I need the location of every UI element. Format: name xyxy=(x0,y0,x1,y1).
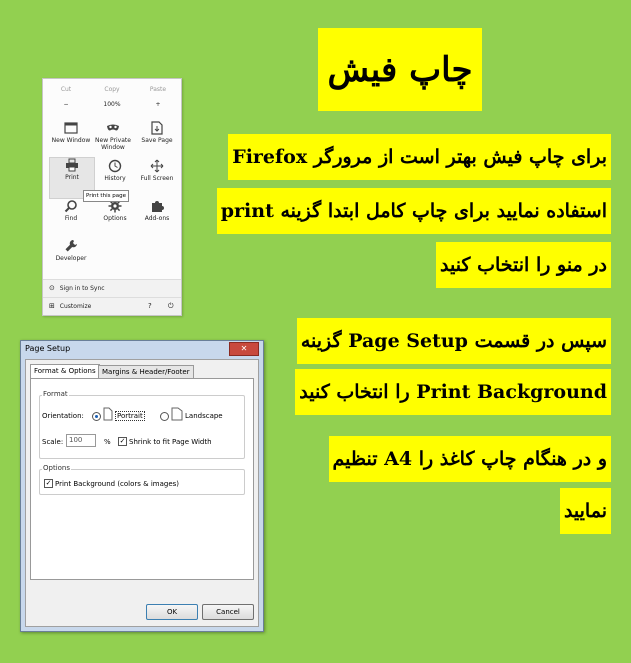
print-background-checkbox[interactable]: ✓ xyxy=(44,479,53,488)
instruction-line-2: استفاده نمایید برای چاپ کامل ابتدا گزینه… xyxy=(216,188,611,234)
zoom-level[interactable]: 100% xyxy=(89,101,135,108)
addons-label: Add-ons xyxy=(144,215,170,222)
edit-row: Cut Copy Paste xyxy=(43,83,181,96)
developer-label: Developer xyxy=(55,255,87,262)
window-icon xyxy=(64,122,78,134)
save-page-button[interactable]: Save Page xyxy=(135,121,179,161)
dialog-body: Format & Options Margins & Header/Footer… xyxy=(25,359,259,627)
format-group: Format Orientation: Portrait Landscape S… xyxy=(39,390,245,459)
history-label: History xyxy=(104,175,126,182)
landscape-label: Landscape xyxy=(185,412,223,420)
page-title: چاپ فیش xyxy=(318,28,482,111)
cut-button[interactable]: Cut xyxy=(43,86,89,93)
portrait-label: Portrait xyxy=(115,411,145,421)
options-group-label: Options xyxy=(42,464,72,472)
dialog-title: Page Setup xyxy=(25,344,71,353)
page-setup-dialog: Page Setup ✕ Format & Options Margins & … xyxy=(20,340,264,632)
options-label: Options xyxy=(103,215,127,222)
copy-button[interactable]: Copy xyxy=(89,86,135,93)
cancel-button[interactable]: Cancel xyxy=(202,604,254,620)
sign-in-sync-button[interactable]: ⊙ Sign in to Sync xyxy=(43,279,181,297)
full-screen-icon xyxy=(150,159,164,173)
shrink-label: Shrink to fit Page Width xyxy=(129,438,212,446)
format-group-label: Format xyxy=(42,390,69,398)
instruction-line-5: Print Background را انتخاب کنید xyxy=(295,369,611,415)
new-window-label: New Window xyxy=(51,137,91,144)
instruction-line-7: نمایید xyxy=(559,488,611,534)
landscape-page-icon xyxy=(171,407,183,421)
zoom-row: − 100% + xyxy=(43,98,181,111)
orientation-label: Orientation: xyxy=(42,412,84,420)
instruction-line-6: و در هنگام چاپ کاغذ را A4 تنظیم xyxy=(328,436,611,482)
options-button[interactable]: Options xyxy=(93,199,137,239)
scale-input[interactable]: 100 xyxy=(66,434,96,447)
addons-button[interactable]: Add-ons xyxy=(135,199,179,239)
customize-button[interactable]: ⊞ Customize ? ⏻ xyxy=(43,297,181,315)
puzzle-icon xyxy=(152,201,164,212)
tab-panel: Format Orientation: Portrait Landscape S… xyxy=(30,378,254,580)
customize-icon: ⊞ xyxy=(49,302,55,310)
printer-icon xyxy=(66,158,78,172)
firefox-menu-panel: Cut Copy Paste − 100% + New Window New P… xyxy=(42,78,182,316)
customize-label: Customize xyxy=(59,303,92,310)
new-private-window-button[interactable]: New Private Window xyxy=(91,121,135,161)
new-private-window-label: New Private Window xyxy=(95,137,131,151)
wrench-icon xyxy=(65,240,77,252)
find-button[interactable]: Find xyxy=(49,199,93,239)
landscape-radio[interactable] xyxy=(160,412,169,421)
new-window-button[interactable]: New Window xyxy=(49,121,93,161)
print-label: Print xyxy=(65,174,79,181)
save-page-label: Save Page xyxy=(141,137,173,144)
paste-button[interactable]: Paste xyxy=(135,86,181,93)
full-screen-button[interactable]: Full Screen xyxy=(135,159,179,199)
sign-in-label: Sign in to Sync xyxy=(59,285,105,292)
full-screen-label: Full Screen xyxy=(140,175,174,182)
zoom-out-button[interactable]: − xyxy=(43,101,89,108)
find-label: Find xyxy=(64,215,78,222)
portrait-page-icon xyxy=(103,407,113,421)
mask-icon xyxy=(107,124,119,131)
developer-button[interactable]: Developer xyxy=(49,239,93,279)
close-button[interactable]: ✕ xyxy=(229,342,259,356)
clock-icon xyxy=(108,159,122,173)
print-background-label: Print Background (colors & images) xyxy=(55,480,180,488)
shrink-checkbox[interactable]: ✓ xyxy=(118,437,127,446)
percent-label: % xyxy=(104,438,111,446)
ok-button[interactable]: OK xyxy=(146,604,198,620)
quit-icon[interactable]: ⏻ xyxy=(168,298,174,315)
portrait-radio[interactable] xyxy=(92,412,101,421)
options-group: Options ✓ Print Background (colors & ima… xyxy=(39,464,245,495)
print-tooltip: Print this page xyxy=(83,190,129,202)
save-page-icon xyxy=(151,121,163,135)
instruction-line-3: در منو را انتخاب کنید xyxy=(435,242,611,288)
search-icon xyxy=(64,200,77,213)
sync-icon: ⊙ xyxy=(49,284,55,292)
instruction-line-1: برای چاپ فیش بهتر است از مرورگر Firefox xyxy=(228,134,611,180)
scale-label: Scale: xyxy=(42,438,64,446)
zoom-in-button[interactable]: + xyxy=(135,101,181,108)
instruction-line-4: سپس در قسمت Page Setup گزینه xyxy=(296,318,611,364)
help-icon[interactable]: ? xyxy=(148,298,152,315)
